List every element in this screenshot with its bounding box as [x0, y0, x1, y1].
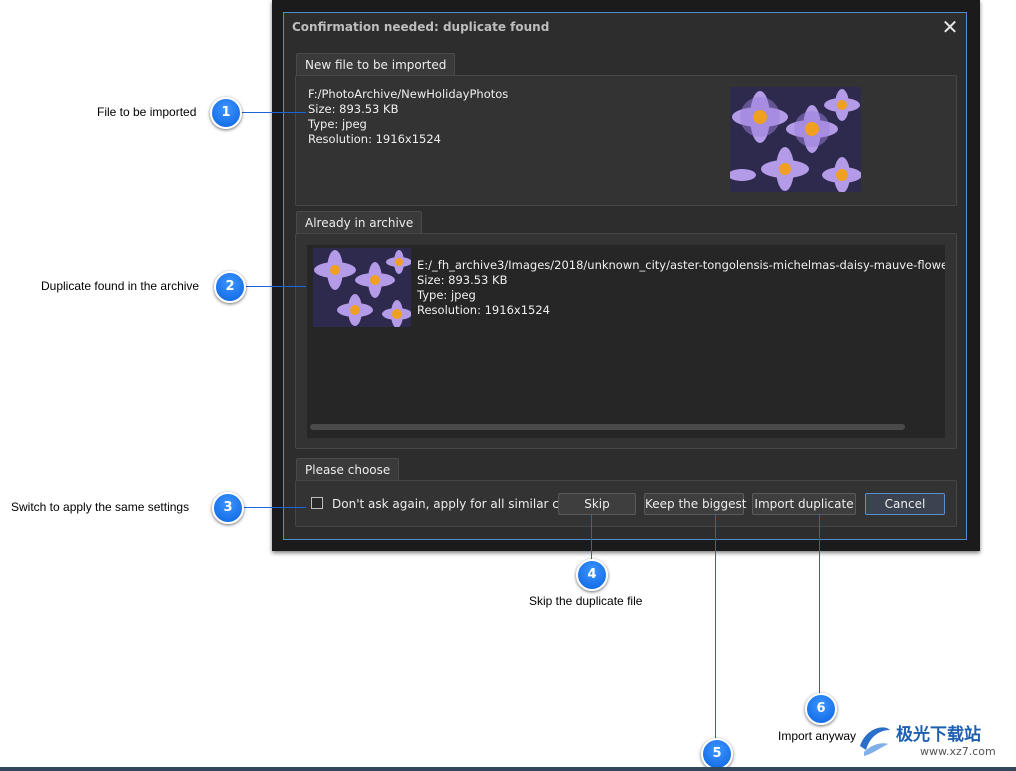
archive-thumbnail[interactable]: [313, 248, 411, 327]
callout-6-leader: [819, 515, 820, 695]
tab-please-choose: Please choose: [296, 458, 400, 480]
callout-3-label: Switch to apply the same settings: [11, 500, 190, 514]
new-file-type: Type: jpeg: [308, 117, 367, 131]
skip-button[interactable]: Skip: [558, 493, 636, 515]
aster-flower-image: [313, 248, 411, 327]
new-file-resolution: Resolution: 1916x1524: [308, 132, 441, 146]
choose-panel: Don't ask again, apply for all similar c…: [295, 480, 957, 527]
watermark-logo-icon: [856, 718, 892, 758]
new-file-panel: F:/PhotoArchive/NewHolidayPhotos/ Size: …: [295, 75, 957, 206]
callout-5-leader: [715, 515, 716, 740]
horizontal-scrollbar[interactable]: [307, 423, 945, 431]
close-icon[interactable]: ✕: [940, 17, 960, 37]
callout-6-label: Import anyway: [778, 729, 857, 743]
dont-ask-again-checkbox[interactable]: [311, 497, 323, 509]
callout-6-badge: 6: [805, 693, 837, 725]
callout-5-badge: 5: [701, 738, 733, 770]
archive-file-type: Type: jpeg: [417, 288, 476, 302]
callout-1-leader: [240, 112, 306, 113]
watermark-url: www.xz7.com: [920, 745, 996, 758]
callout-1-badge: 1: [210, 97, 242, 129]
new-file-size: Size: 893.53 KB: [308, 102, 399, 116]
callout-2-label: Duplicate found in the archive: [41, 279, 200, 293]
cancel-button[interactable]: Cancel: [865, 493, 945, 515]
archive-file-resolution: Resolution: 1916x1524: [417, 303, 550, 317]
callout-2-leader: [244, 286, 306, 287]
watermark-text: 极光下载站: [896, 725, 981, 745]
archive-file-size: Size: 893.53 KB: [417, 273, 508, 287]
archive-duplicates-list[interactable]: E:/_fh_archive3/Images/2018/unknown_city…: [307, 245, 945, 438]
tab-new-file: New file to be imported: [296, 53, 456, 75]
tab-already-in-archive: Already in archive: [296, 211, 423, 233]
duplicate-confirmation-dialog: Confirmation needed: duplicate found ✕ N…: [283, 12, 967, 540]
keep-biggest-button[interactable]: Keep the biggest: [644, 493, 747, 515]
callout-4-label: Skip the duplicate file: [529, 594, 643, 608]
horizontal-scrollbar-thumb[interactable]: [310, 424, 905, 430]
aster-flower-image: [730, 87, 861, 192]
callout-3-badge: 3: [212, 492, 244, 524]
callout-4-badge: 4: [576, 559, 608, 591]
new-file-path: F:/PhotoArchive/NewHolidayPhotos/: [308, 87, 508, 101]
callout-2-badge: 2: [214, 271, 246, 303]
callout-1-label: File to be imported: [97, 105, 197, 119]
new-file-thumbnail: [730, 87, 861, 192]
bottom-edge-strip: [0, 767, 1016, 771]
import-duplicate-button[interactable]: Import duplicate: [752, 493, 856, 515]
callout-3-leader: [242, 507, 306, 508]
dialog-title: Confirmation needed: duplicate found: [292, 20, 550, 34]
dialog-titlebar[interactable]: Confirmation needed: duplicate found ✕: [284, 13, 966, 43]
callout-4-leader: [591, 515, 592, 561]
archive-file-path: E:/_fh_archive3/Images/2018/unknown_city…: [417, 258, 945, 272]
archive-panel: E:/_fh_archive3/Images/2018/unknown_city…: [295, 233, 957, 449]
dont-ask-again-label[interactable]: Don't ask again, apply for all similar c…: [332, 497, 586, 511]
